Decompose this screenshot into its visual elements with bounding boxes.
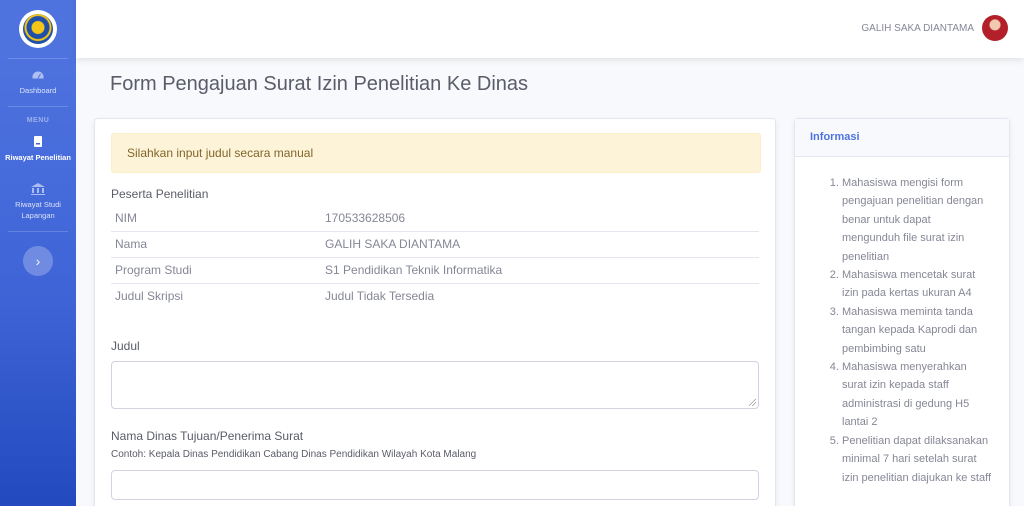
info-card-title: Informasi xyxy=(795,119,1009,157)
list-item: Mahasiswa mencetak surat izin pada kerta… xyxy=(842,266,991,303)
table-row: Program Studi S1 Pendidikan Teknik Infor… xyxy=(111,256,759,283)
table-row: Judul Skripsi Judul Tidak Tersedia xyxy=(111,282,759,309)
sidebar-toggle-button[interactable]: › xyxy=(23,246,53,276)
row-value: S1 Pendidikan Teknik Informatika xyxy=(321,256,759,283)
building-icon xyxy=(31,183,45,195)
row-label: NIM xyxy=(115,210,137,225)
judul-label: Judul xyxy=(111,339,140,353)
list-item: Mahasiswa meminta tanda tangan kepada Ka… xyxy=(842,303,991,358)
brand[interactable] xyxy=(0,0,76,58)
avatar xyxy=(982,15,1008,41)
info-card: Informasi Mahasiswa mengisi form pengaju… xyxy=(794,118,1010,506)
participant-table: NIM 170533628506 Nama GALIH SAKA DIANTAM… xyxy=(111,205,759,309)
list-item: Mahasiswa menyerahkan surat izin kepada … xyxy=(842,358,991,432)
dinas-hint: Contoh: Kepala Dinas Pendidikan Cabang D… xyxy=(111,449,477,460)
dinas-input[interactable] xyxy=(111,470,759,500)
page-title: Form Pengajuan Surat Izin Penelitian Ke … xyxy=(110,73,529,95)
sidebar-item-label: Riwayat Studi Lapangan xyxy=(15,200,61,220)
topbar: GALIH SAKA DIANTAMA xyxy=(76,0,1024,58)
row-value: 170533628506 xyxy=(325,210,406,225)
row-value: GALIH SAKA DIANTAMA xyxy=(321,230,759,257)
sidebar-item-dashboard[interactable]: Dashboard xyxy=(0,59,76,106)
table-row: Nama GALIH SAKA DIANTAMA xyxy=(111,230,759,257)
row-label: Program Studi xyxy=(111,256,321,283)
sidebar: Dashboard MENU Riwayat Penelitian Riwaya… xyxy=(0,0,76,506)
info-list: Mahasiswa mengisi form pengajuan penelit… xyxy=(795,157,1009,487)
sidebar-item-label: Riwayat Penelitian xyxy=(5,153,71,162)
sidebar-item-label: Dashboard xyxy=(19,86,57,95)
chevron-right-icon: › xyxy=(35,253,41,269)
form-card: Silahkan input judul secara manual Peser… xyxy=(94,118,776,506)
alert-warning: Silahkan input judul secara manual xyxy=(111,133,761,173)
resize-handle-icon[interactable] xyxy=(749,399,756,406)
book-icon xyxy=(34,136,42,147)
user-dropdown[interactable]: GALIH SAKA DIANTAMA xyxy=(861,15,1008,41)
sidebar-item-riwayat-studi-lapangan[interactable]: Riwayat Studi Lapangan xyxy=(0,173,76,231)
list-item: Mahasiswa mengisi form pengajuan penelit… xyxy=(842,174,991,266)
row-label: Nama xyxy=(111,230,321,257)
section-title: Peserta Penelitian xyxy=(111,187,209,201)
list-item: Penelitian dapat dilaksanakan minimal 7 … xyxy=(842,432,991,487)
row-label: Judul Skripsi xyxy=(111,282,321,309)
row-value: Judul Tidak Tersedia xyxy=(321,282,759,309)
dinas-label: Nama Dinas Tujuan/Penerima Surat xyxy=(111,429,304,443)
table-row: NIM 170533628506 xyxy=(111,205,759,231)
university-logo xyxy=(19,10,57,48)
tachometer-icon xyxy=(31,70,45,80)
judul-textarea[interactable] xyxy=(111,361,759,409)
menu-heading: MENU xyxy=(26,117,50,124)
sidebar-item-riwayat-penelitian[interactable]: Riwayat Penelitian xyxy=(0,126,76,173)
user-name: GALIH SAKA DIANTAMA xyxy=(861,22,974,34)
